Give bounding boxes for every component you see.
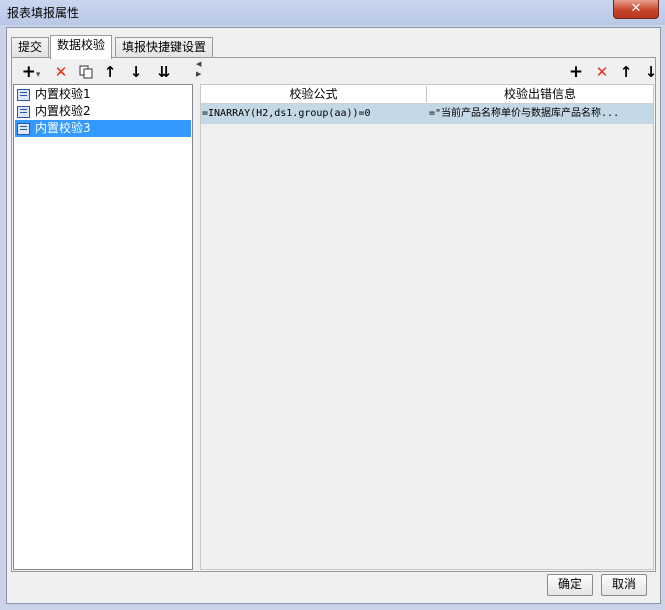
list-item-label: 内置校验1 xyxy=(35,87,91,101)
list-item[interactable]: 内置校验1 xyxy=(15,86,191,103)
validation-icon xyxy=(17,123,30,135)
validation-rules-table: 校验公式 校验出错信息 =INARRAY(H2,ds1.group(aa))=0… xyxy=(200,84,654,570)
tab-label: 提交 xyxy=(18,40,43,54)
error-message-cell[interactable]: ="当前产品名称单价与数据库产品名称... xyxy=(429,104,651,124)
move-down-icon: ↓ xyxy=(644,63,658,81)
list-item-label: 内置校验2 xyxy=(35,104,91,118)
dialog-body: 提交 数据校验 填报快捷键设置 +▾ ✕ ↑ ↓ ⇊ 内置校验1 内置校验2 内… xyxy=(6,27,661,604)
column-header-error-message[interactable]: 校验出错信息 xyxy=(427,85,653,103)
validation-icon xyxy=(17,106,30,118)
plus-icon: + xyxy=(21,62,36,82)
validation-icon xyxy=(17,89,30,101)
validation-list: 内置校验1 内置校验2 内置校验3 xyxy=(13,84,193,570)
title-bar: 报表填报属性 ✕ xyxy=(0,0,665,25)
move-up-icon: ↑ xyxy=(619,63,633,81)
list-item[interactable]: 内置校验2 xyxy=(15,103,191,120)
tab-submit[interactable]: 提交 xyxy=(11,37,50,58)
delete-rule-button[interactable]: ✕ xyxy=(592,62,612,82)
window-title: 报表填报属性 xyxy=(7,6,80,20)
sort-icon: ⇊ xyxy=(157,63,171,81)
cancel-button[interactable]: 取消 xyxy=(601,574,647,596)
close-icon: ✕ xyxy=(630,1,642,16)
column-header-formula[interactable]: 校验公式 xyxy=(201,85,426,103)
move-up-icon: ↑ xyxy=(103,63,117,81)
data-validation-panel: +▾ ✕ ↑ ↓ ⇊ 内置校验1 内置校验2 内置校验3 ◀ ▶ + ✕ ↑ ↓… xyxy=(11,57,657,572)
close-button[interactable]: ✕ xyxy=(613,0,659,19)
tab-label: 数据校验 xyxy=(57,38,106,52)
dropdown-arrow-icon: ▾ xyxy=(35,70,41,80)
table-header: 校验公式 校验出错信息 xyxy=(201,85,653,104)
tab-shortcut-settings[interactable]: 填报快捷键设置 xyxy=(115,37,214,58)
delete-icon: ✕ xyxy=(54,63,68,81)
delete-icon: ✕ xyxy=(595,63,609,81)
list-item-label: 内置校验3 xyxy=(35,121,91,135)
delete-validation-button[interactable]: ✕ xyxy=(51,62,71,82)
move-up-button[interactable]: ↑ xyxy=(100,62,120,82)
add-rule-button[interactable]: + xyxy=(566,62,586,82)
move-down-icon: ↓ xyxy=(129,63,143,81)
copy-icon xyxy=(79,65,93,79)
ok-button[interactable]: 确定 xyxy=(547,574,593,596)
copy-validation-button[interactable] xyxy=(76,62,96,82)
add-validation-button[interactable]: +▾ xyxy=(18,62,44,82)
table-row[interactable]: =INARRAY(H2,ds1.group(aa))=0 ="当前产品名称单价与… xyxy=(201,104,653,124)
tab-label: 填报快捷键设置 xyxy=(122,40,207,54)
move-rule-down-button[interactable]: ↓ xyxy=(641,62,661,82)
right-toolbar: + ✕ ↑ ↓ xyxy=(201,59,657,84)
move-rule-up-button[interactable]: ↑ xyxy=(616,62,636,82)
move-down-button[interactable]: ↓ xyxy=(126,62,146,82)
list-item-selected[interactable]: 内置校验3 xyxy=(15,120,191,137)
left-toolbar: +▾ ✕ ↑ ↓ ⇊ xyxy=(13,59,196,84)
formula-cell[interactable]: =INARRAY(H2,ds1.group(aa))=0 xyxy=(202,104,424,124)
plus-icon: + xyxy=(568,62,584,82)
sort-button[interactable]: ⇊ xyxy=(154,62,174,82)
tab-data-validation[interactable]: 数据校验 xyxy=(50,35,113,59)
